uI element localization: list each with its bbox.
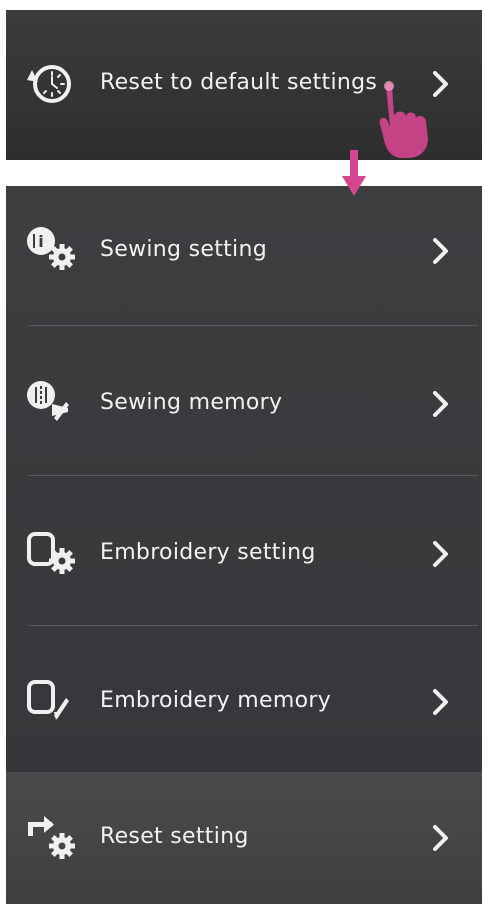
sewing-setting-icon: i <box>27 227 75 270</box>
chevron-right-icon <box>433 689 448 715</box>
sewing-setting-label: Sewing setting <box>100 237 267 262</box>
svg-text:i: i <box>38 232 43 251</box>
sewing-setting-item[interactable]: i Sewing setting <box>6 186 482 324</box>
embroidery-memory-item[interactable]: Embroidery memory <box>6 626 482 772</box>
reset-setting-label: Reset setting <box>100 824 249 849</box>
panel-gap <box>0 160 482 186</box>
reset-setting-panel: Reset setting <box>6 772 482 904</box>
sewing-memory-label: Sewing memory <box>100 390 283 415</box>
reset-setting-item[interactable]: Reset setting <box>6 772 482 904</box>
sewing-memory-item[interactable]: Sewing memory <box>6 326 482 474</box>
embroidery-memory-label: Embroidery memory <box>100 688 332 713</box>
embroidery-memory-icon <box>27 680 69 720</box>
chevron-right-icon <box>433 391 448 417</box>
chevron-right-icon <box>433 541 448 567</box>
sewing-memory-icon <box>27 381 69 421</box>
embroidery-setting-label: Embroidery setting <box>100 540 316 565</box>
settings-menu-panel: i Sewing setting Sewing memory Embroider… <box>6 186 482 772</box>
reset-setting-icon <box>28 816 75 859</box>
chevron-right-icon <box>433 825 448 851</box>
tap-hand-icon <box>379 81 428 158</box>
reset-to-default-settings-label: Reset to default settings <box>100 70 378 95</box>
embroidery-setting-item[interactable]: Embroidery setting <box>6 476 482 624</box>
chevron-right-icon <box>433 238 448 264</box>
down-arrow-icon <box>342 150 366 196</box>
embroidery-setting-icon <box>27 532 75 574</box>
reset-clock-icon <box>27 65 71 103</box>
